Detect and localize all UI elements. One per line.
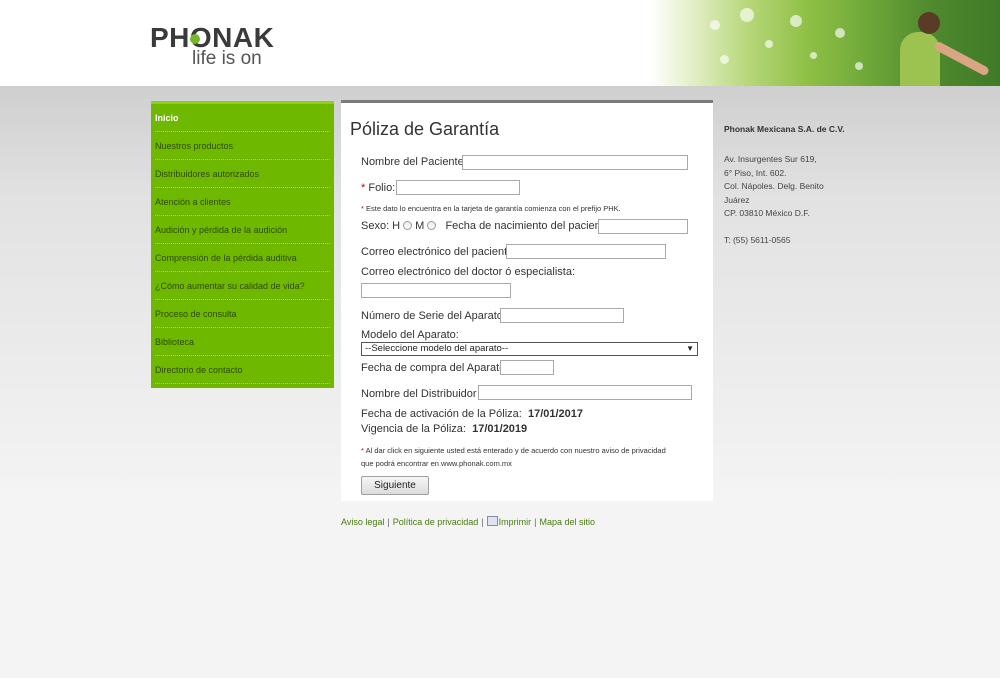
banner-person bbox=[900, 32, 940, 86]
required-mark: * bbox=[361, 446, 364, 455]
print-link[interactable]: Imprimir bbox=[499, 517, 532, 527]
sitemap-link[interactable]: Mapa del sitio bbox=[539, 517, 595, 527]
header-banner-image bbox=[650, 0, 1000, 86]
address-line: 6° Piso, Int. 602. bbox=[724, 167, 787, 178]
sidebar-nav: Inicio Nuestros productos Distribuidores… bbox=[151, 101, 334, 388]
model-select[interactable]: --Seleccione modelo del aparato-- ▼ bbox=[361, 342, 698, 356]
activation-label: Fecha de activación de la Póliza: bbox=[361, 408, 522, 420]
serial-input[interactable] bbox=[500, 308, 624, 323]
folio-label-group: * Folio: bbox=[361, 182, 395, 194]
required-mark: * bbox=[361, 204, 364, 213]
serial-label: Número de Serie del Aparato: bbox=[361, 310, 506, 322]
address-line: Juárez bbox=[724, 194, 750, 205]
address-line: CP. 03810 México D.F. bbox=[724, 208, 810, 218]
logo-dot-icon bbox=[190, 34, 200, 44]
logo-tagline: life is on bbox=[192, 48, 262, 69]
patient-email-label: Correo electrónico del paciente: bbox=[361, 246, 517, 258]
patient-email-input[interactable] bbox=[506, 244, 666, 259]
doctor-email-input[interactable] bbox=[361, 283, 511, 298]
required-mark: * bbox=[361, 182, 366, 194]
sex-m-radio[interactable] bbox=[427, 221, 437, 230]
warranty-form-panel: Póliza de Garantía Nombre del Paciente: … bbox=[341, 100, 713, 501]
validity-label: Vigencia de la Póliza: bbox=[361, 423, 466, 435]
sidebar-item-productos[interactable]: Nuestros productos bbox=[155, 132, 330, 160]
birthdate-label: Fecha de nacimiento del paciente: bbox=[445, 220, 613, 232]
folio-note-group: * Este dato lo encuentra en la tarjeta d… bbox=[361, 204, 621, 213]
footer-separator: | bbox=[534, 517, 537, 527]
sex-row: Sexo: H M Fecha de nacimiento del pacient… bbox=[361, 220, 613, 232]
company-phone: T: (55) 5611-0565 bbox=[724, 234, 791, 245]
sex-m-label: M bbox=[415, 220, 425, 232]
siguiente-button[interactable]: Siguiente bbox=[361, 476, 429, 495]
privacy-link[interactable]: Política de privacidad bbox=[393, 517, 479, 527]
sidebar-item-distribuidores[interactable]: Distribuidores autorizados bbox=[155, 160, 330, 188]
folio-note: Este dato lo encuentra en la tarjeta de … bbox=[366, 204, 621, 213]
sidebar-item-consulta[interactable]: Proceso de consulta bbox=[155, 300, 330, 328]
sidebar-item-inicio[interactable]: Inicio bbox=[155, 104, 330, 132]
legal-link[interactable]: Aviso legal bbox=[341, 517, 384, 527]
patient-name-label: Nombre del Paciente: bbox=[361, 156, 467, 168]
sex-label: Sexo: H bbox=[361, 220, 401, 232]
sidebar-item-directorio[interactable]: Directorio de contacto bbox=[155, 356, 330, 384]
activation-row: Fecha de activación de la Póliza: 17/01/… bbox=[361, 408, 583, 420]
company-name: Phonak Mexicana S.A. de C.V. bbox=[724, 124, 845, 134]
model-select-value: --Seleccione modelo del aparato-- bbox=[365, 343, 509, 354]
sidebar-item-comprension[interactable]: Comprensión de la pérdida auditiva bbox=[155, 244, 330, 272]
site-header: PHONAK life is on bbox=[0, 0, 1000, 86]
sidebar-item-atencion[interactable]: Atención a clientes bbox=[155, 188, 330, 216]
chevron-down-icon: ▼ bbox=[686, 344, 694, 353]
folio-input[interactable] bbox=[396, 180, 520, 195]
footer-separator: | bbox=[481, 517, 484, 527]
purchase-date-label: Fecha de compra del Aparato: bbox=[361, 362, 509, 374]
sex-h-radio[interactable] bbox=[403, 221, 413, 230]
sidebar-item-calidad-vida[interactable]: ¿Cómo aumentar su calidad de vida? bbox=[155, 272, 330, 300]
company-info: Phonak Mexicana S.A. de C.V. Av. Insurge… bbox=[724, 124, 874, 247]
phonak-logo[interactable]: PHONAK life is on bbox=[150, 24, 274, 69]
print-icon[interactable] bbox=[486, 516, 498, 526]
patient-name-input[interactable] bbox=[462, 155, 688, 170]
activation-value: 17/01/2017 bbox=[527, 408, 584, 420]
footer-separator: | bbox=[387, 517, 390, 527]
page-title: Póliza de Garantía bbox=[350, 119, 500, 139]
site-footer: Aviso legal | Política de privacidad | Impri… bbox=[341, 516, 595, 527]
sidebar-item-audicion[interactable]: Audición y pérdida de la audición bbox=[155, 216, 330, 244]
validity-row: Vigencia de la Póliza: 17/01/2019 bbox=[361, 423, 527, 435]
model-label: Modelo del Aparato: bbox=[361, 329, 459, 341]
address-line: Col. Nápoles. Delg. Benito bbox=[724, 181, 824, 191]
privacy-note-group: * Al dar click en siguiente usted está e… bbox=[361, 446, 666, 455]
distributor-label: Nombre del Distribuidor : bbox=[361, 388, 483, 400]
folio-label: Folio: bbox=[368, 182, 396, 194]
validity-value: 17/01/2019 bbox=[472, 423, 528, 435]
address-line: Av. Insurgentes Sur 619, bbox=[724, 154, 817, 164]
privacy-note-line-2: que podrá encontrar en www.phonak.com.mx bbox=[361, 459, 512, 468]
distributor-input[interactable] bbox=[478, 385, 692, 400]
purchase-date-input[interactable] bbox=[500, 360, 554, 375]
sidebar-item-biblioteca[interactable]: Biblioteca bbox=[155, 328, 330, 356]
birthdate-input[interactable] bbox=[598, 219, 688, 234]
privacy-note-line-1: Al dar click en siguiente usted está ent… bbox=[365, 446, 666, 455]
doctor-email-label: Correo electrónico del doctor ó especial… bbox=[361, 266, 576, 278]
